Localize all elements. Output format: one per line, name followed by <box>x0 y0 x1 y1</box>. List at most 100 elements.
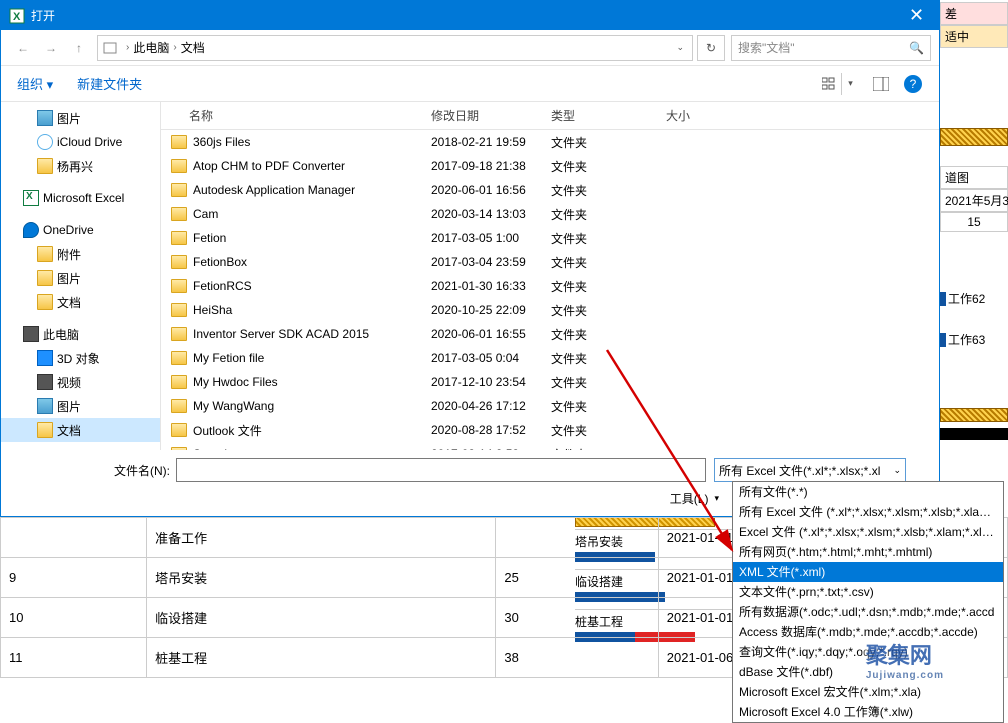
search-placeholder: 搜索"文档" <box>738 39 909 56</box>
filter-option[interactable]: dBase 文件(*.dbf) <box>733 662 1003 682</box>
filter-option[interactable]: XML 文件(*.xml) <box>733 562 1003 582</box>
tree-item[interactable]: 此电脑 <box>1 322 160 346</box>
tree-item[interactable]: 文档 <box>1 418 160 442</box>
preview-pane-button[interactable] <box>871 74 891 94</box>
tree-item[interactable]: 图片 <box>1 106 160 130</box>
picture-icon <box>37 398 53 414</box>
filter-option[interactable]: 查询文件(*.iqy;*.dqy;*.oqy;*.rqy) <box>733 642 1003 662</box>
column-headers[interactable]: 名称 修改日期 类型 大小 <box>161 102 939 130</box>
breadcrumb-folder[interactable]: 文档 <box>181 39 205 56</box>
file-date: 2017-03-04 23:59 <box>421 255 541 269</box>
filter-option[interactable]: 所有文件(*.*) <box>733 482 1003 502</box>
file-type: 文件夹 <box>541 158 656 175</box>
file-type: 文件夹 <box>541 182 656 199</box>
file-row[interactable]: Outlook 文件2020-08-28 17:52文件夹 <box>161 418 939 442</box>
file-type-combo[interactable]: 所有 Excel 文件(*.xl*;*.xlsx;*.xl ⌄ <box>714 458 906 482</box>
file-name: FetionBox <box>193 255 247 269</box>
folder-icon <box>171 351 187 365</box>
tools-button[interactable]: 工具(L) <box>670 490 709 507</box>
folder-icon <box>171 231 187 245</box>
tree-item[interactable]: OneDrive <box>1 218 160 242</box>
folder-icon <box>171 207 187 221</box>
filter-option[interactable]: Excel 文件 (*.xl*;*.xlsx;*.xlsm;*.xlsb;*.x… <box>733 522 1003 542</box>
chevron-down-icon[interactable]: ▾ <box>841 73 859 95</box>
file-row[interactable]: FetionBox2017-03-04 23:59文件夹 <box>161 250 939 274</box>
dialog-title: 打开 <box>31 7 894 24</box>
folder-icon <box>37 270 53 286</box>
view-options-button[interactable] <box>821 74 841 94</box>
new-folder-button[interactable]: 新建文件夹 <box>77 74 142 93</box>
file-type: 文件夹 <box>541 134 656 151</box>
file-row[interactable]: Samples2017-03-14 2:53文件夹 <box>161 442 939 450</box>
filter-option[interactable]: Microsoft Excel 宏文件(*.xlm;*.xla) <box>733 682 1003 702</box>
up-button[interactable]: ↑ <box>67 36 91 60</box>
file-row[interactable]: Fetion2017-03-05 1:00文件夹 <box>161 226 939 250</box>
forward-button[interactable]: → <box>39 36 63 60</box>
file-name: Inventor Server SDK ACAD 2015 <box>193 327 369 341</box>
breadcrumb[interactable]: › 此电脑 › 文档 ⌄ <box>97 35 693 61</box>
file-date: 2017-03-05 0:04 <box>421 351 541 365</box>
onedrive-icon <box>23 222 39 238</box>
file-date: 2017-12-10 23:54 <box>421 375 541 389</box>
file-row[interactable]: 360js Files2018-02-21 19:59文件夹 <box>161 130 939 154</box>
file-name: My Fetion file <box>193 351 264 365</box>
file-row[interactable]: My Fetion file2017-03-05 0:04文件夹 <box>161 346 939 370</box>
file-type: 文件夹 <box>541 398 656 415</box>
file-row[interactable]: My Hwdoc Files2017-12-10 23:54文件夹 <box>161 370 939 394</box>
file-row[interactable]: FetionRCS2021-01-30 16:33文件夹 <box>161 274 939 298</box>
filename-label: 文件名(N): <box>11 462 176 479</box>
tree-item[interactable]: 图片 <box>1 394 160 418</box>
titlebar: X 打开 ✕ <box>1 1 939 30</box>
help-button[interactable]: ? <box>903 74 923 94</box>
organize-button[interactable]: 组织 ▾ <box>17 74 53 93</box>
col-date[interactable]: 修改日期 <box>421 107 541 124</box>
file-date: 2020-10-25 22:09 <box>421 303 541 317</box>
folder-icon <box>171 399 187 413</box>
filter-option[interactable]: 文本文件(*.prn;*.txt;*.csv) <box>733 582 1003 602</box>
tree-item[interactable]: iCloud Drive <box>1 130 160 154</box>
file-row[interactable]: HeiSha2020-10-25 22:09文件夹 <box>161 298 939 322</box>
file-row[interactable]: Atop CHM to PDF Converter2017-09-18 21:3… <box>161 154 939 178</box>
filter-option[interactable]: 所有网页(*.htm;*.html;*.mht;*.mhtml) <box>733 542 1003 562</box>
filename-input[interactable] <box>176 458 706 482</box>
tree-item-label: 图片 <box>57 270 81 287</box>
file-list[interactable]: 名称 修改日期 类型 大小 360js Files2018-02-21 19:5… <box>161 102 939 450</box>
tree-item[interactable]: 附件 <box>1 242 160 266</box>
tree-item[interactable]: 图片 <box>1 266 160 290</box>
file-type-selected: 所有 Excel 文件(*.xl*;*.xlsx;*.xl <box>719 462 880 479</box>
file-row[interactable]: My WangWang2020-04-26 17:12文件夹 <box>161 394 939 418</box>
filter-option[interactable]: Microsoft Excel 4.0 工作簿(*.xlw) <box>733 702 1003 722</box>
tree-item[interactable]: Microsoft Excel <box>1 186 160 210</box>
folder-icon <box>171 375 187 389</box>
col-name[interactable]: 名称 <box>161 107 421 124</box>
close-button[interactable]: ✕ <box>894 1 939 30</box>
file-row[interactable]: Cam2020-03-14 13:03文件夹 <box>161 202 939 226</box>
folder-icon <box>171 303 187 317</box>
tree-item-label: 图片 <box>57 398 81 415</box>
tree-item[interactable]: 文档 <box>1 290 160 314</box>
tree-item-label: 文档 <box>57 294 81 311</box>
file-date: 2018-02-21 19:59 <box>421 135 541 149</box>
file-name: Fetion <box>193 231 226 245</box>
filter-option[interactable]: 所有 Excel 文件 (*.xl*;*.xlsx;*.xlsm;*.xlsb;… <box>733 502 1003 522</box>
filter-option[interactable]: 所有数据源(*.odc;*.udl;*.dsn;*.mdb;*.mde;*.ac… <box>733 602 1003 622</box>
search-input[interactable]: 搜索"文档" 🔍 <box>731 35 931 61</box>
file-row[interactable]: Autodesk Application Manager2020-06-01 1… <box>161 178 939 202</box>
cube-icon <box>37 350 53 366</box>
file-type: 文件夹 <box>541 230 656 247</box>
breadcrumb-root[interactable]: 此电脑 <box>133 39 169 56</box>
col-size[interactable]: 大小 <box>656 107 736 124</box>
tree-item[interactable]: 3D 对象 <box>1 346 160 370</box>
cloud-icon <box>37 134 53 150</box>
file-row[interactable]: Inventor Server SDK ACAD 20152020-06-01 … <box>161 322 939 346</box>
tree-item[interactable]: 视频 <box>1 370 160 394</box>
tree-item-label: 图片 <box>57 110 81 127</box>
folder-icon <box>171 279 187 293</box>
col-type[interactable]: 类型 <box>541 107 656 124</box>
filter-option[interactable]: Access 数据库(*.mdb;*.mde;*.accdb;*.accde) <box>733 622 1003 642</box>
chevron-down-icon[interactable]: ⌄ <box>676 42 684 53</box>
refresh-button[interactable]: ↻ <box>697 35 725 61</box>
folder-tree[interactable]: 图片 iCloud Drive杨再兴 Microsoft Excel OneDrive… <box>1 102 161 450</box>
back-button[interactable]: ← <box>11 36 35 60</box>
tree-item[interactable]: 杨再兴 <box>1 154 160 178</box>
